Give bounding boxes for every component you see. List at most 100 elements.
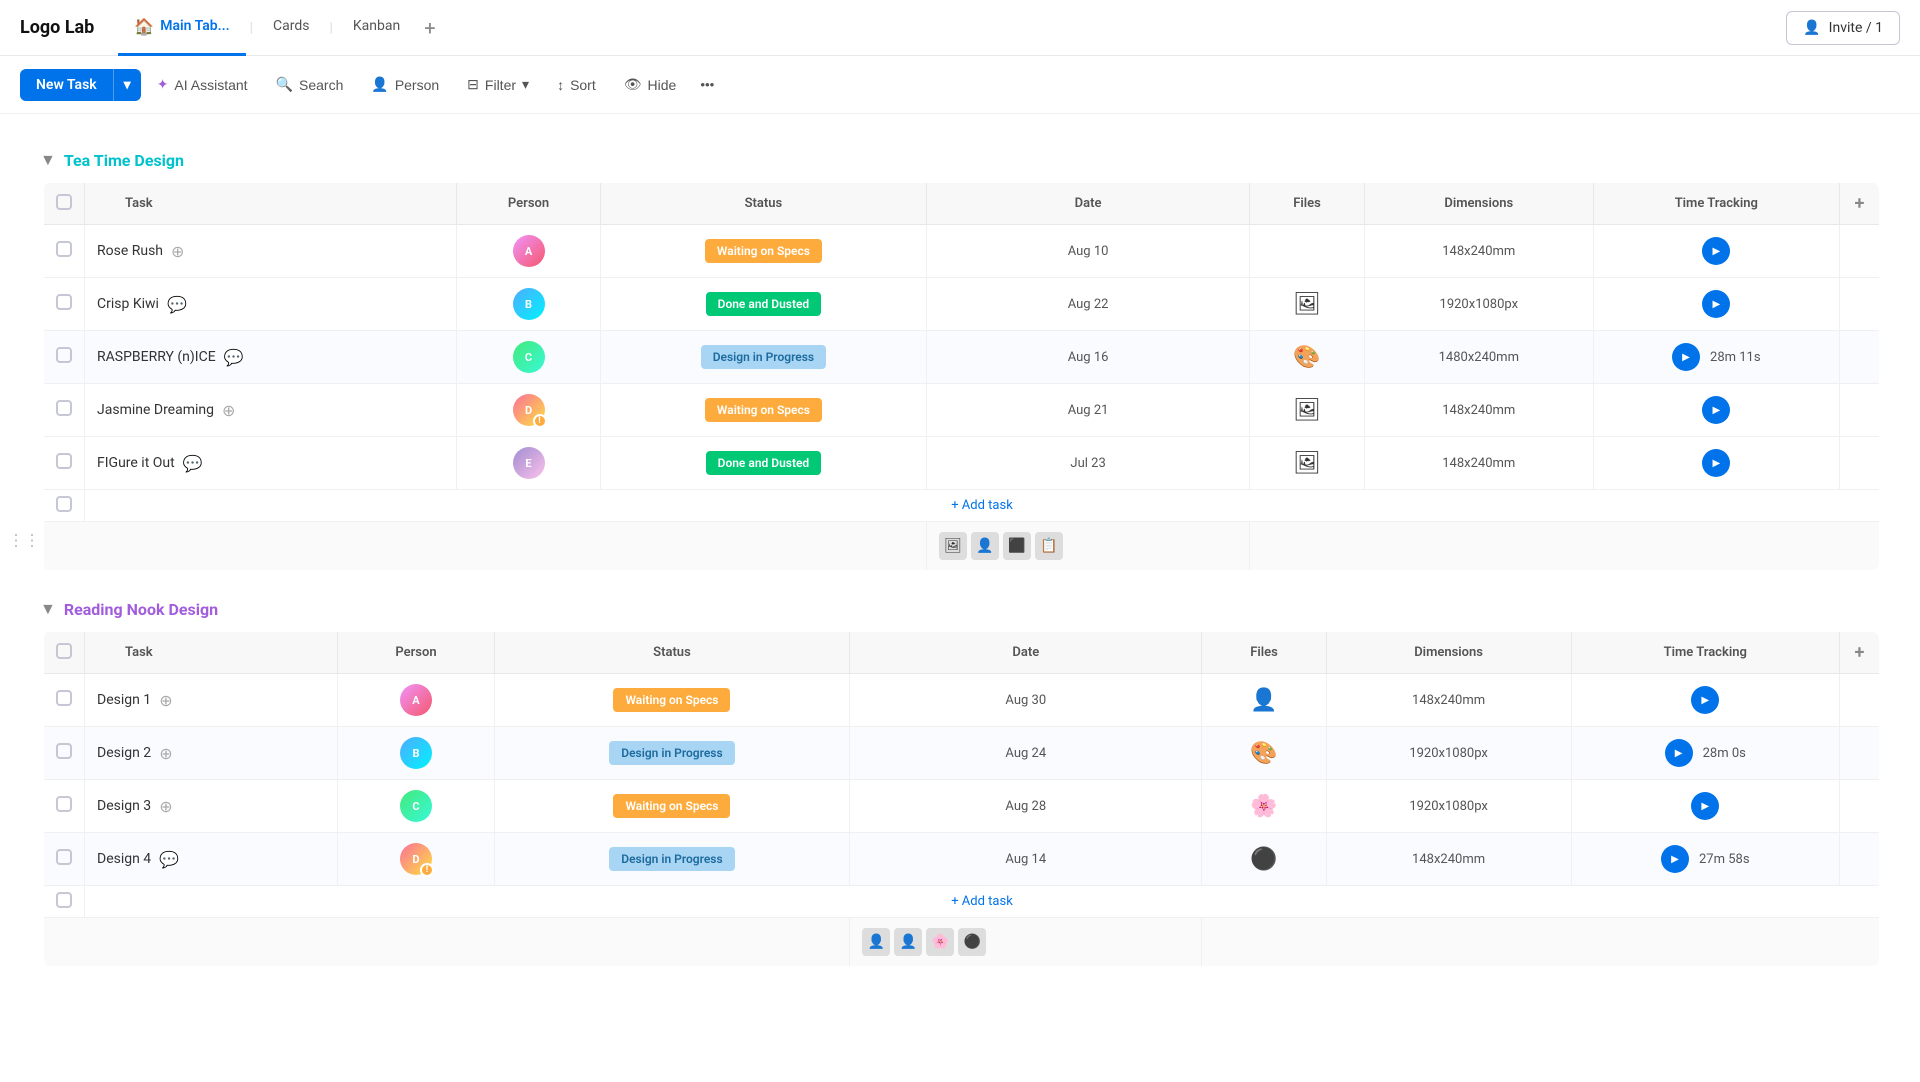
time-play-button[interactable]: ▶: [1702, 290, 1730, 318]
add-subtask-icon[interactable]: ⊕: [159, 744, 172, 763]
date-value: Aug 10: [1068, 244, 1109, 259]
time-play-button[interactable]: ▶: [1702, 449, 1730, 477]
select-all-checkbox[interactable]: [56, 643, 72, 659]
status-cell: Done and Dusted: [600, 437, 926, 490]
time-play-button[interactable]: ▶: [1702, 237, 1730, 265]
add-task-button[interactable]: + Add task: [85, 886, 1879, 917]
date-value: Aug 30: [1005, 693, 1046, 708]
date-value: Aug 28: [1005, 799, 1046, 814]
file-icon: 🖼: [1293, 451, 1321, 476]
files-preview-cell: 🖼 👤 ⬛ 📋: [926, 522, 1249, 571]
add-tab-button[interactable]: +: [416, 16, 443, 40]
comment-icon[interactable]: 💬: [159, 850, 179, 869]
notification-badge: !: [420, 863, 434, 877]
row-checkbox[interactable]: [56, 347, 72, 363]
person-filter-button[interactable]: 👤 Person: [359, 68, 451, 101]
empty-cell: [1202, 918, 1880, 967]
row-checkbox[interactable]: [56, 294, 72, 310]
notification-badge: !: [533, 414, 547, 428]
add-task-checkbox-el[interactable]: [56, 496, 72, 512]
add-subtask-icon[interactable]: ⊕: [171, 242, 184, 261]
search-button[interactable]: 🔍 Search: [264, 68, 356, 101]
time-play-button[interactable]: ▶: [1672, 343, 1700, 371]
table-row: Jasmine Dreaming ⊕ D ! Waiting on Specs: [42, 384, 1880, 437]
row-checkbox[interactable]: [56, 849, 72, 865]
status-badge: Done and Dusted: [706, 292, 822, 316]
person-cell: A: [457, 225, 601, 278]
comment-icon[interactable]: 💬: [167, 295, 187, 314]
time-play-button[interactable]: ▶: [1691, 686, 1719, 714]
time-play-button[interactable]: ▶: [1661, 845, 1689, 873]
comment-icon[interactable]: 💬: [224, 348, 244, 367]
table-row: Design 2 ⊕ B Design in Progress Aug 24: [42, 727, 1880, 780]
time-play-button[interactable]: ▶: [1665, 739, 1693, 767]
add-column-button[interactable]: +: [1855, 642, 1865, 663]
hide-button[interactable]: 👁 Hide: [612, 68, 689, 101]
tea-time-toggle[interactable]: ▼: [40, 150, 56, 170]
add-subtask-icon[interactable]: ⊕: [159, 797, 172, 816]
reading-nook-toggle[interactable]: ▼: [40, 599, 56, 619]
add-subtask-icon[interactable]: ⊕: [222, 401, 235, 420]
file-thumb: 🌸: [926, 928, 954, 956]
time-play-button[interactable]: ▶: [1702, 396, 1730, 424]
tab-main[interactable]: 🏠 Main Tab...: [118, 0, 245, 56]
tea-time-header: ▼ Tea Time Design: [40, 150, 1880, 170]
date-value: Aug 22: [1068, 297, 1109, 312]
row-checkbox[interactable]: [56, 796, 72, 812]
tab-divider-2: |: [329, 20, 332, 36]
time-tracking-cell: ▶: [1593, 384, 1839, 437]
table-row: Design 4 💬 D ! Design in Progress: [42, 833, 1880, 886]
sort-button[interactable]: ↕ Sort: [545, 69, 608, 101]
add-task-button[interactable]: + Add task: [85, 490, 1879, 521]
date-cell: Jul 23: [926, 437, 1249, 490]
row-checkbox[interactable]: [56, 743, 72, 759]
time-play-button[interactable]: ▶: [1691, 792, 1719, 820]
row-checkbox[interactable]: [56, 690, 72, 706]
add-task-checkbox-el[interactable]: [56, 892, 72, 908]
reading-nook-title: Reading Nook Design: [64, 600, 218, 619]
file-thumb: 👤: [862, 928, 890, 956]
add-task-checkbox: [42, 490, 85, 522]
extra-cell: [1840, 437, 1880, 490]
row-checkbox-cell: [42, 780, 85, 833]
time-tracking-column-header: Time Tracking: [1593, 183, 1839, 225]
invite-button[interactable]: 👤 Invite / 1: [1786, 11, 1900, 45]
files-cell: 🖼: [1250, 437, 1365, 490]
left-panel-toggle[interactable]: ⋮⋮: [0, 523, 48, 558]
date-cell: Aug 14: [850, 833, 1202, 886]
row-checkbox[interactable]: [56, 241, 72, 257]
task-name: Jasmine Dreaming: [97, 402, 214, 418]
avatar: A: [400, 684, 432, 716]
more-options-button[interactable]: •••: [692, 69, 722, 100]
task-name: Rose Rush: [97, 243, 163, 259]
date-value: Jul 23: [1070, 456, 1105, 471]
row-checkbox[interactable]: [56, 400, 72, 416]
filter-button[interactable]: ⊟ Filter ▾: [455, 68, 541, 101]
task-name: Crisp Kiwi: [97, 296, 159, 312]
avatar-wrapper: D !: [513, 394, 545, 426]
time-tracking-cell: ▶: [1593, 225, 1839, 278]
dimensions-cell: 148x240mm: [1364, 437, 1593, 490]
select-all-checkbox[interactable]: [56, 194, 72, 210]
add-column-button[interactable]: +: [1855, 193, 1865, 214]
status-badge: Done and Dusted: [706, 451, 822, 475]
ai-assistant-button[interactable]: ✦ AI Assistant: [145, 68, 260, 101]
task-name-cell: Rose Rush ⊕: [85, 225, 457, 278]
task-name: Design 2: [97, 745, 151, 761]
avatar: B: [513, 288, 545, 320]
reading-nook-table: Task Person Status Date Files Dimensions…: [40, 631, 1880, 967]
new-task-dropdown-arrow[interactable]: ▾: [113, 69, 141, 101]
tab-cards[interactable]: Cards: [257, 0, 325, 56]
new-task-button[interactable]: New Task ▾: [20, 69, 141, 101]
dimensions-value: 1480x240mm: [1439, 350, 1519, 365]
table-row: Design 3 ⊕ C Waiting on Specs Aug 28: [42, 780, 1880, 833]
add-subtask-icon[interactable]: ⊕: [159, 691, 172, 710]
status-column-header: Status: [600, 183, 926, 225]
task-name-cell: Jasmine Dreaming ⊕: [85, 384, 457, 437]
file-icon: 🖼: [1293, 398, 1321, 423]
comment-icon[interactable]: 💬: [183, 454, 203, 473]
add-task-checkbox: [42, 886, 85, 918]
task-name: Design 1: [97, 692, 151, 708]
row-checkbox[interactable]: [56, 453, 72, 469]
tab-kanban[interactable]: Kanban: [337, 0, 416, 56]
